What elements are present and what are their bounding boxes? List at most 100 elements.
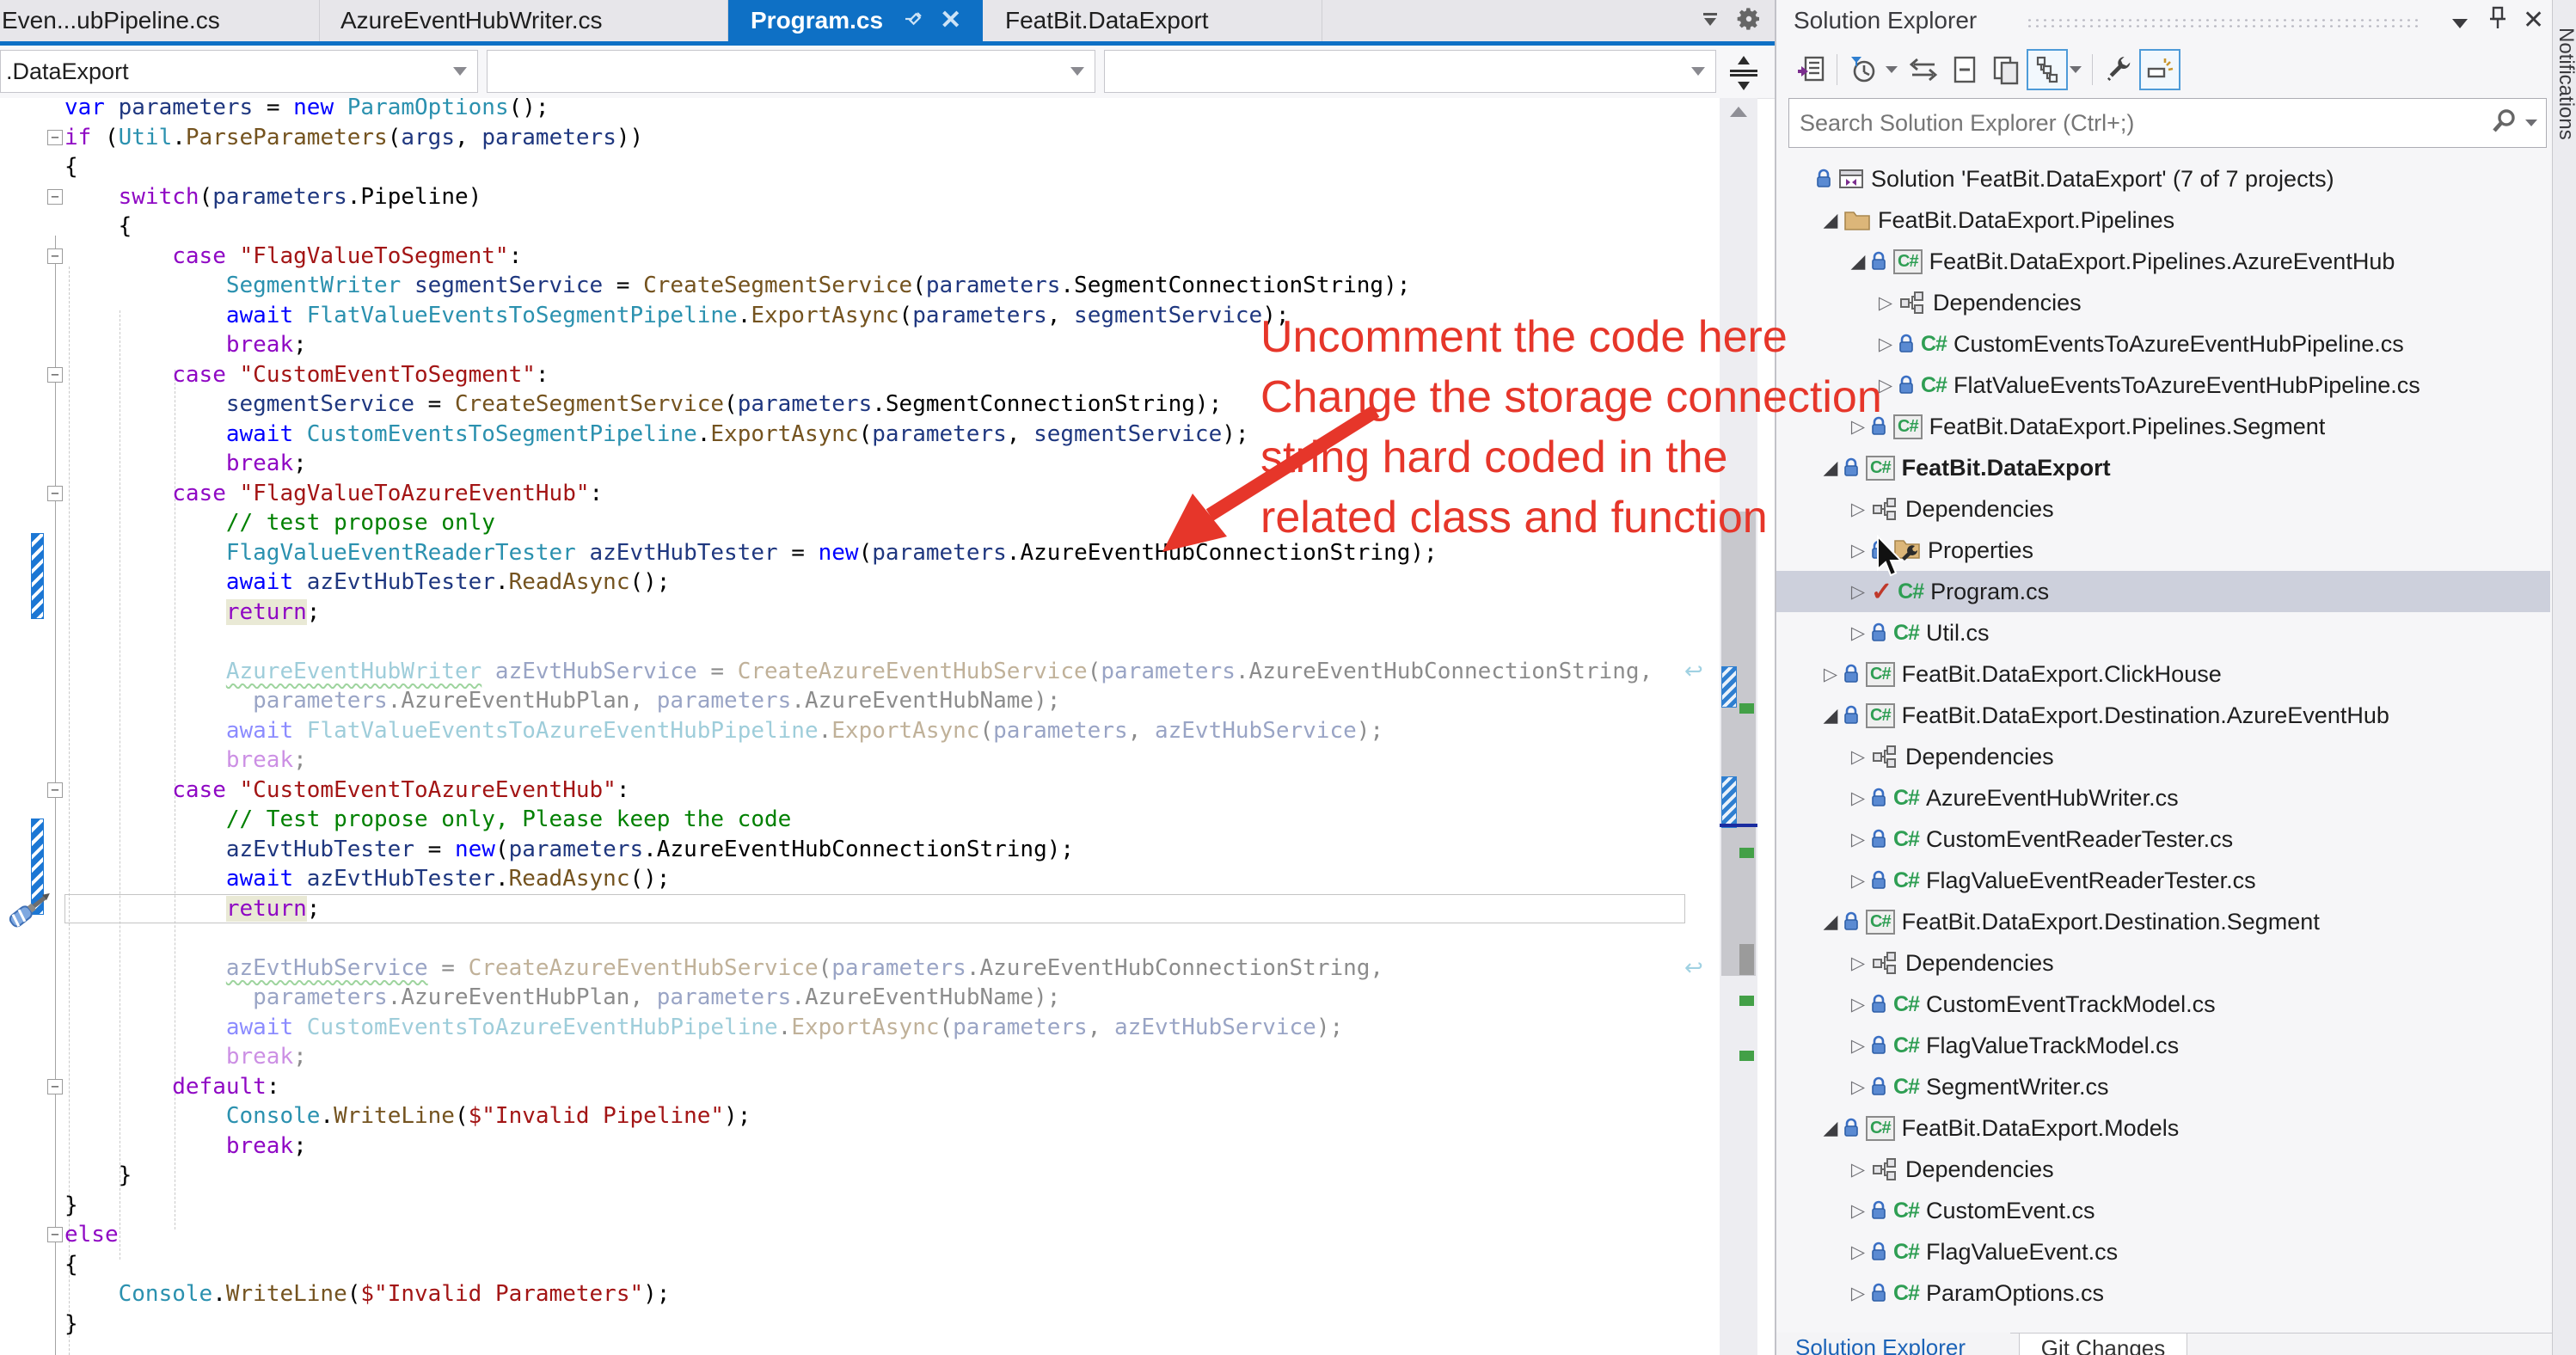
scroll-up-icon[interactable]	[1730, 107, 1747, 117]
tree-item-featbit-dataexport-clickhouse[interactable]: ▷C#FeatBit.DataExport.ClickHouse	[1776, 653, 2550, 695]
tab-azureeventhubwriter[interactable]: AzureEventHubWriter.cs	[320, 0, 728, 41]
expand-icon[interactable]: ▷	[1845, 788, 1871, 809]
tab-solution-explorer[interactable]: Solution Explorer	[1795, 1334, 1966, 1355]
close-icon[interactable]: ✕	[940, 8, 961, 34]
expand-icon[interactable]: ▷	[1818, 664, 1843, 685]
tree-item-customeventstoazureeventhubpipeline-cs[interactable]: ▷C#CustomEventsToAzureEventHubPipeline.c…	[1776, 323, 2550, 365]
code-line[interactable]: case "CustomEventToAzureEventHub":	[64, 776, 1685, 806]
expand-icon[interactable]: ▷	[1845, 994, 1871, 1015]
code-line[interactable]: parameters.AzureEventHubPlan, parameters…	[64, 686, 1685, 716]
code-line[interactable]: return;	[64, 598, 1685, 628]
expand-icon[interactable]: ▷	[1845, 581, 1871, 603]
pin-icon[interactable]	[2487, 5, 2509, 38]
code-line[interactable]: }	[64, 1191, 1685, 1221]
collapse-region-icon[interactable]: −	[47, 130, 63, 145]
tree-item-customeventtrackmodel-cs[interactable]: ▷C#CustomEventTrackModel.cs	[1776, 984, 2550, 1025]
code-line[interactable]: {	[64, 152, 1685, 182]
tree-item-featbit-dataexport-destination-segment[interactable]: ◢C#FeatBit.DataExport.Destination.Segmen…	[1776, 901, 2550, 942]
expand-icon[interactable]: ▷	[1845, 746, 1871, 768]
code-line[interactable]: switch(parameters.Pipeline)	[64, 182, 1685, 212]
code-line[interactable]: SegmentWriter segmentService = CreateSeg…	[64, 271, 1685, 301]
tab-list-chevron-icon[interactable]	[1697, 6, 1723, 36]
expand-icon[interactable]: ▷	[1845, 829, 1871, 850]
code-line[interactable]: AzureEventHubWriter azEvtHubService = Cr…	[64, 657, 1685, 687]
tree-item-dependencies[interactable]: ▷Dependencies	[1776, 282, 2550, 323]
tree-item-dependencies[interactable]: ▷Dependencies	[1776, 1149, 2550, 1190]
collapse-region-icon[interactable]: −	[47, 1079, 63, 1094]
tree-item-azureeventhubwriter-cs[interactable]: ▷C#AzureEventHubWriter.cs	[1776, 777, 2550, 819]
tree-item-dependencies[interactable]: ▷Dependencies	[1776, 942, 2550, 984]
collapse-region-icon[interactable]: −	[47, 1227, 63, 1242]
tree-item-segmentwriter-cs[interactable]: ▷C#SegmentWriter.cs	[1776, 1066, 2550, 1107]
tree-item-properties[interactable]: ▷Properties	[1776, 530, 2550, 571]
collapse-region-icon[interactable]: −	[47, 189, 63, 205]
code-line[interactable]: Console.WriteLine($"Invalid Parameters")…	[64, 1279, 1685, 1309]
code-editor[interactable]: var parameters = new ParamOptions();if (…	[0, 98, 1720, 1355]
tree-item-featbit-dataexport-models[interactable]: ◢C#FeatBit.DataExport.Models	[1776, 1107, 2550, 1149]
tree-item-customeventreadertester-cs[interactable]: ▷C#CustomEventReaderTester.cs	[1776, 819, 2550, 860]
solution-switch-views-icon[interactable]	[1790, 49, 1831, 90]
collapse-region-icon[interactable]: −	[47, 782, 63, 798]
code-line[interactable]: await azEvtHubTester.ReadAsync();	[64, 864, 1685, 894]
code-line[interactable]: {	[64, 1250, 1685, 1280]
expand-icon[interactable]: ▷	[1845, 1200, 1871, 1222]
tree-item-paramoptions-cs[interactable]: ▷C#ParamOptions.cs	[1776, 1272, 2550, 1314]
tree-item-util-cs[interactable]: ▷C#Util.cs	[1776, 612, 2550, 653]
code-line[interactable]: azEvtHubTester = new(parameters.AzureEve…	[64, 835, 1685, 865]
type-dropdown[interactable]	[487, 50, 1095, 93]
tree-item-dependencies[interactable]: ▷Dependencies	[1776, 736, 2550, 777]
collapse-region-icon[interactable]: −	[47, 248, 63, 264]
tree-item-featbit-dataexport-destination-azureeven[interactable]: ◢C#FeatBit.DataExport.Destination.AzureE…	[1776, 695, 2550, 736]
tree-item-flagvaluetrackmodel-cs[interactable]: ▷C#FlagValueTrackModel.cs	[1776, 1025, 2550, 1066]
code-line[interactable]: return;	[64, 894, 1685, 924]
tree-item-featbit-dataexport-pipelines-azureeventh[interactable]: ◢C#FeatBit.DataExport.Pipelines.AzureEve…	[1776, 241, 2550, 282]
collapse-region-icon[interactable]: −	[47, 486, 63, 501]
tree-item-dependencies[interactable]: ▷Dependencies	[1776, 488, 2550, 530]
window-position-caret-icon[interactable]	[2452, 19, 2468, 28]
expand-icon[interactable]: ▷	[1845, 622, 1871, 644]
pending-changes-filter-icon[interactable]	[1843, 49, 1884, 90]
chevron-down-icon[interactable]	[2070, 66, 2082, 73]
member-dropdown[interactable]	[1104, 50, 1716, 93]
expand-icon[interactable]: ▷	[1845, 953, 1871, 974]
split-editor-icon[interactable]	[1725, 52, 1763, 96]
code-line[interactable]: var parameters = new ParamOptions();	[64, 98, 1685, 123]
code-line[interactable]: default:	[64, 1072, 1685, 1102]
chevron-down-icon[interactable]	[2525, 120, 2537, 126]
tab-featbit-dataexport[interactable]: FeatBit.DataExport	[983, 0, 1322, 41]
code-line[interactable]: // Test propose only, Please keep the co…	[64, 805, 1685, 835]
expand-icon[interactable]: ▷	[1845, 1076, 1871, 1098]
search-icon[interactable]	[2489, 107, 2518, 140]
tree-item-flagvalueevent-cs[interactable]: ▷C#FlagValueEvent.cs	[1776, 1231, 2550, 1272]
chevron-down-icon[interactable]	[1886, 66, 1898, 73]
properties-icon[interactable]	[2098, 49, 2139, 90]
code-line[interactable]	[64, 923, 1685, 953]
show-all-files-icon[interactable]	[1985, 49, 2027, 90]
code-line[interactable]: await CustomEventsToAzureEventHubPipelin…	[64, 1013, 1685, 1043]
code-line[interactable]: if (Util.ParseParameters(args, parameter…	[64, 123, 1685, 153]
expand-icon[interactable]: ▷	[1845, 1242, 1871, 1263]
expand-icon[interactable]: ▷	[1845, 499, 1871, 520]
editor-scrollbar[interactable]	[1720, 98, 1757, 1355]
code-line[interactable]: break;	[64, 1042, 1685, 1072]
code-line[interactable]: else	[64, 1220, 1685, 1250]
expand-icon[interactable]: ▷	[1845, 540, 1871, 561]
search-input[interactable]	[1789, 109, 2489, 138]
collapse-icon[interactable]: ◢	[1818, 1117, 1843, 1139]
tab-eventhub-pipeline[interactable]: Even...ubPipeline.cs	[0, 0, 320, 41]
tree-item-featbit-dataexport[interactable]: ◢C#FeatBit.DataExport	[1776, 447, 2550, 488]
code-line[interactable]: await FlatValueEventsToAzureEventHubPipe…	[64, 716, 1685, 746]
sync-with-active-document-icon[interactable]	[2027, 49, 2068, 90]
code-line[interactable]: await azEvtHubTester.ReadAsync();	[64, 567, 1685, 598]
tab-git-changes[interactable]: Git Changes	[2019, 1333, 2187, 1355]
code-line[interactable]: }	[64, 1161, 1685, 1191]
collapse-icon[interactable]: ◢	[1818, 209, 1843, 231]
code-line[interactable]: azEvtHubService = CreateAzureEventHubSer…	[64, 953, 1685, 984]
expand-icon[interactable]: ▷	[1873, 334, 1898, 355]
code-line[interactable]: }	[64, 1309, 1685, 1340]
code-line[interactable]: case "FlagValueToSegment":	[64, 242, 1685, 272]
code-line[interactable]	[64, 627, 1685, 657]
sync-namespaces-icon[interactable]	[1903, 49, 1944, 90]
gear-icon[interactable]	[1735, 5, 1763, 37]
tree-item-featbit-dataexport-pipelines[interactable]: ◢FeatBit.DataExport.Pipelines	[1776, 199, 2550, 241]
